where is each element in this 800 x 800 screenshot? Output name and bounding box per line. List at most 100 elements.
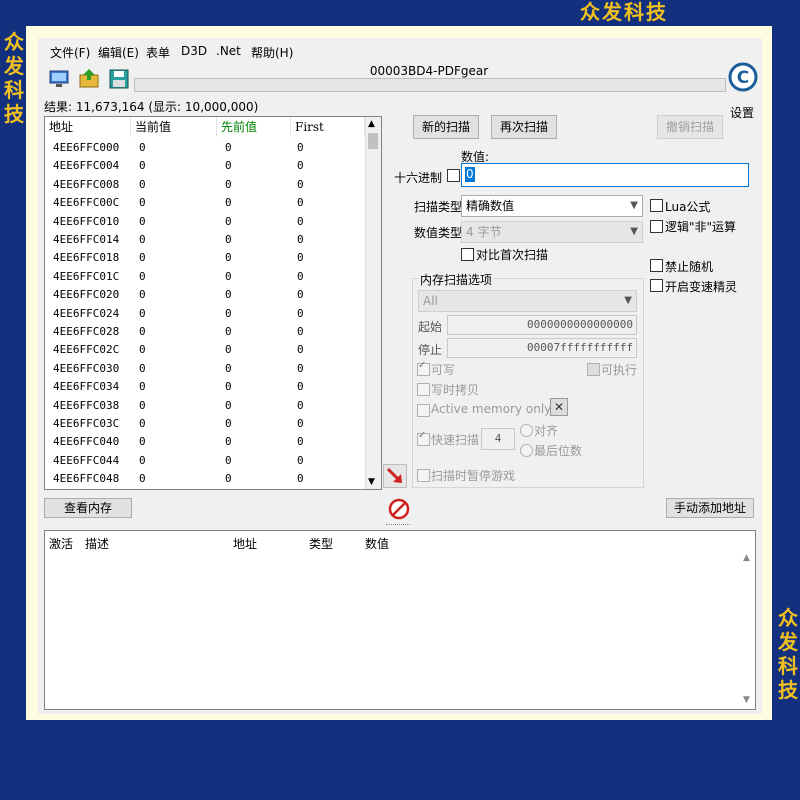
splitter-handle[interactable] bbox=[386, 524, 410, 527]
column-previous-value[interactable]: 先前值 bbox=[217, 117, 291, 137]
not-operator-label[interactable]: 逻辑"非"运算 bbox=[665, 218, 736, 235]
lua-formula-checkbox[interactable] bbox=[650, 199, 663, 212]
row-previous-value: 0 bbox=[225, 196, 232, 210]
table-row[interactable]: 4EE6FFC02C 0 0 0 bbox=[45, 341, 365, 359]
table-row[interactable]: 4EE6FFC044 0 0 0 bbox=[45, 452, 365, 470]
next-scan-button[interactable]: 再次扫描 bbox=[491, 115, 557, 139]
pause-game-checkbox[interactable] bbox=[417, 469, 430, 482]
table-row[interactable]: 4EE6FFC010 0 0 0 bbox=[45, 213, 365, 231]
stop-scan-button[interactable] bbox=[388, 498, 410, 520]
pause-game-label[interactable]: 扫描时暂停游戏 bbox=[431, 467, 515, 484]
menu-help[interactable]: 帮助(H) bbox=[251, 44, 293, 61]
memory-region-select[interactable]: All ▼ bbox=[418, 290, 637, 312]
active-memory-label[interactable]: Active memory only bbox=[431, 402, 551, 416]
table-row[interactable]: 4EE6FFC048 0 0 0 bbox=[45, 470, 365, 488]
row-address: 4EE6FFC044 bbox=[53, 453, 120, 467]
column-active[interactable]: 激活 bbox=[49, 535, 73, 552]
compare-first-checkbox[interactable] bbox=[461, 248, 474, 261]
column-current-value[interactable]: 当前值 bbox=[131, 117, 217, 137]
align-radio[interactable] bbox=[520, 424, 533, 437]
fast-scan-input[interactable]: 4 bbox=[481, 428, 515, 450]
add-address-manually-button[interactable]: 手动添加地址 bbox=[666, 498, 754, 518]
select-process-button[interactable] bbox=[48, 68, 70, 90]
row-current-value: 0 bbox=[139, 233, 146, 246]
menu-d3d[interactable]: D3D bbox=[181, 44, 207, 58]
hex-checkbox[interactable] bbox=[447, 169, 460, 182]
view-memory-button[interactable]: 查看内存 bbox=[44, 498, 132, 518]
column-type[interactable]: 类型 bbox=[309, 535, 333, 552]
not-operator-checkbox[interactable] bbox=[650, 220, 663, 233]
scan-type-select[interactable]: 精确数值 ▼ bbox=[461, 195, 643, 217]
speedhack-checkbox[interactable] bbox=[650, 279, 663, 292]
menu-file[interactable]: 文件(F) bbox=[50, 44, 90, 61]
checkmark-icon: ✓ bbox=[418, 430, 427, 441]
row-first-value: 0 bbox=[297, 343, 304, 357]
clear-active-memory-icon[interactable]: ✕ bbox=[550, 398, 568, 416]
menu-edit[interactable]: 编辑(E) bbox=[98, 44, 139, 61]
table-row[interactable]: 4EE6FFC034 0 0 0 bbox=[45, 378, 365, 396]
scroll-down-icon[interactable]: ▼ bbox=[368, 477, 375, 487]
table-row[interactable]: 4EE6FFC014 0 0 0 bbox=[45, 231, 365, 249]
table-row[interactable]: 4EE6FFC030 0 0 0 bbox=[45, 360, 365, 378]
column-value[interactable]: 数值 bbox=[365, 535, 389, 552]
menu-bar: 文件(F) 编辑(E) 表单 D3D .Net 帮助(H) bbox=[38, 44, 438, 60]
no-random-checkbox[interactable] bbox=[650, 259, 663, 272]
menu-net[interactable]: .Net bbox=[216, 44, 241, 58]
table-row[interactable]: 4EE6FFC03C 0 0 0 bbox=[45, 415, 365, 433]
compare-first-label[interactable]: 对比首次扫描 bbox=[476, 246, 548, 263]
table-row[interactable]: 4EE6FFC038 0 0 0 bbox=[45, 397, 365, 415]
scroll-thumb[interactable] bbox=[368, 133, 378, 149]
table-row[interactable]: 4EE6FFC000 0 0 0 bbox=[45, 139, 365, 157]
value-input[interactable]: 0 bbox=[461, 163, 749, 187]
copy-on-write-checkbox[interactable] bbox=[417, 383, 430, 396]
row-previous-value: 0 bbox=[225, 361, 232, 375]
scan-type-label: 扫描类型 bbox=[414, 200, 463, 214]
column-description[interactable]: 描述 bbox=[85, 535, 109, 552]
fast-scan-label[interactable]: 快速扫描 bbox=[431, 431, 479, 448]
add-to-list-button[interactable] bbox=[383, 464, 407, 488]
scan-results-list[interactable]: 地址 当前值 先前值 First 4EE6FFC000 0 0 0 4EE6FFC004… bbox=[44, 116, 382, 490]
scroll-down-icon[interactable]: ▼ bbox=[743, 695, 750, 705]
scroll-up-icon[interactable]: ▲ bbox=[743, 553, 750, 563]
last-digits-label[interactable]: 最后位数 bbox=[534, 442, 582, 459]
settings-label[interactable]: 设置 bbox=[730, 104, 754, 121]
table-row[interactable]: 4EE6FFC020 0 0 0 bbox=[45, 286, 365, 304]
column-first[interactable]: First bbox=[291, 117, 365, 137]
undo-scan-button[interactable]: 撤销扫描 bbox=[657, 115, 723, 139]
stop-address-input[interactable]: 00007fffffffffff bbox=[447, 338, 637, 358]
speedhack-label[interactable]: 开启变速精灵 bbox=[665, 278, 737, 295]
row-first-value: 0 bbox=[297, 251, 304, 265]
column-address[interactable]: 地址 bbox=[45, 117, 131, 137]
table-row[interactable]: 4EE6FFC01C 0 0 0 bbox=[45, 268, 365, 286]
executable-checkbox[interactable] bbox=[587, 363, 600, 376]
column-table-address[interactable]: 地址 bbox=[233, 535, 257, 552]
copy-on-write-label[interactable]: 写时拷贝 bbox=[431, 381, 479, 398]
no-random-label[interactable]: 禁止随机 bbox=[665, 258, 713, 275]
row-address: 4EE6FFC024 bbox=[53, 306, 120, 320]
executable-label[interactable]: 可执行 bbox=[601, 361, 637, 378]
save-button[interactable] bbox=[108, 68, 130, 90]
table-row[interactable]: 4EE6FFC018 0 0 0 bbox=[45, 249, 365, 267]
scroll-up-icon[interactable]: ▲ bbox=[368, 119, 375, 129]
address-table[interactable]: 激活 描述 地址 类型 数值 ▲ ▼ bbox=[44, 530, 756, 710]
settings-logo-button[interactable]: C bbox=[728, 62, 758, 92]
table-row[interactable]: 4EE6FFC004 0 0 0 bbox=[45, 157, 365, 175]
value-type-select[interactable]: 4 字节 ▼ bbox=[461, 221, 643, 243]
align-label[interactable]: 对齐 bbox=[534, 422, 558, 439]
table-row[interactable]: 4EE6FFC024 0 0 0 bbox=[45, 305, 365, 323]
address-table-scrollbar[interactable]: ▲ ▼ bbox=[740, 531, 755, 709]
new-scan-button[interactable]: 新的扫描 bbox=[413, 115, 479, 139]
menu-table[interactable]: 表单 bbox=[146, 44, 170, 61]
table-row[interactable]: 4EE6FFC00C 0 0 0 bbox=[45, 194, 365, 212]
table-row[interactable]: 4EE6FFC028 0 0 0 bbox=[45, 323, 365, 341]
start-address-input[interactable]: 0000000000000000 bbox=[447, 315, 637, 335]
last-digits-radio[interactable] bbox=[520, 444, 533, 457]
active-memory-checkbox[interactable] bbox=[417, 404, 430, 417]
open-file-button[interactable] bbox=[78, 68, 100, 90]
table-row[interactable]: 4EE6FFC040 0 0 0 bbox=[45, 433, 365, 451]
row-previous-value: 0 bbox=[225, 472, 232, 486]
results-scrollbar[interactable]: ▲ ▼ bbox=[365, 117, 381, 489]
lua-formula-label[interactable]: Lua公式 bbox=[665, 198, 710, 215]
writable-label[interactable]: 可写 bbox=[431, 361, 455, 378]
table-row[interactable]: 4EE6FFC008 0 0 0 bbox=[45, 176, 365, 194]
